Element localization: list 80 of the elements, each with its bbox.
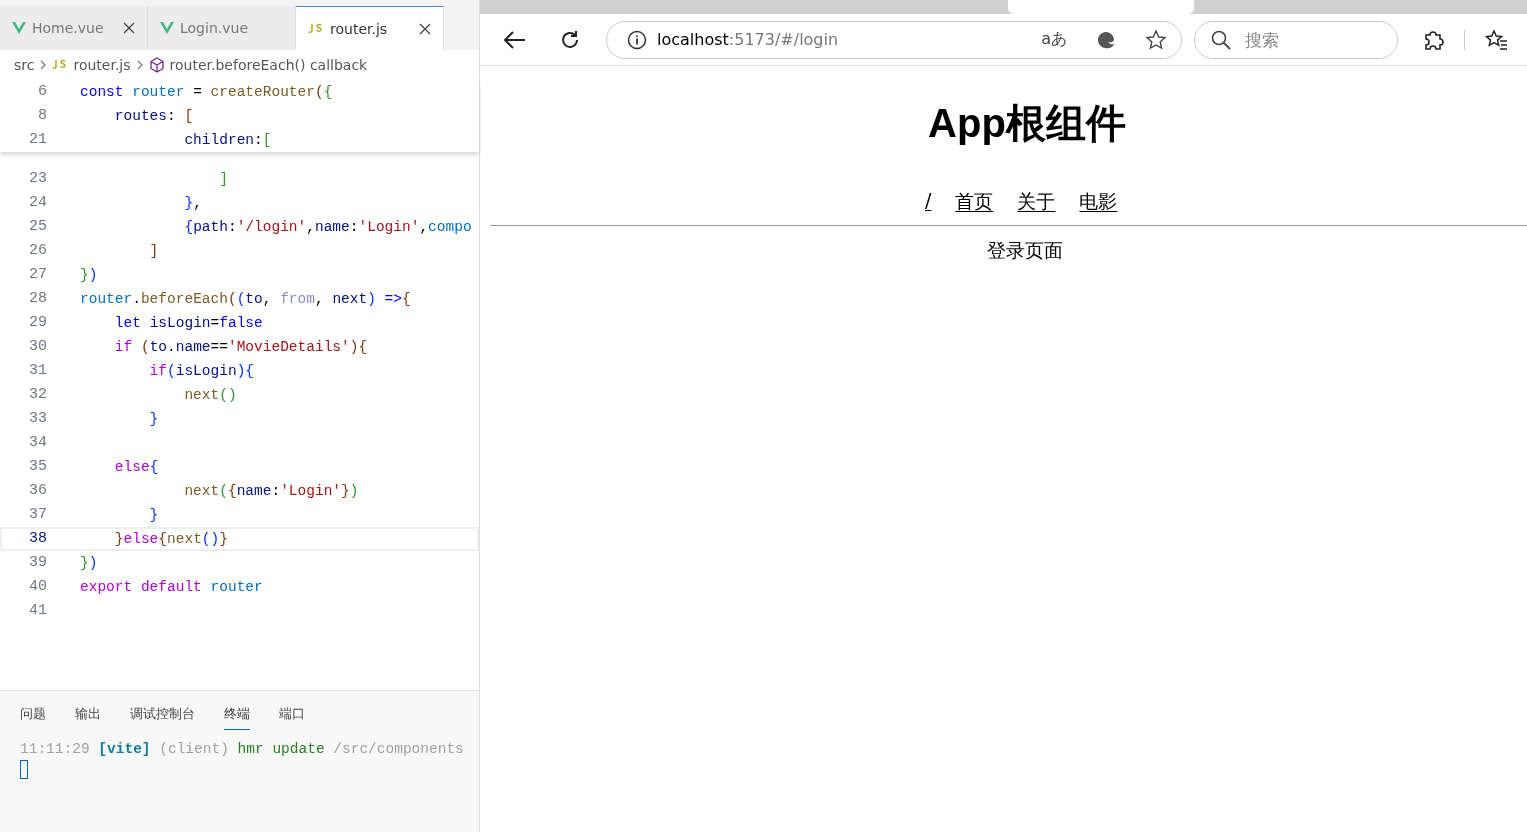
code-line: else{: [113, 458, 159, 477]
line-number: 37: [28, 505, 47, 525]
chevron-icon: [135, 60, 144, 70]
line-number: 30: [28, 337, 47, 357]
code-line: const router = createRouter({: [80, 83, 333, 102]
code-line: routes: [: [113, 107, 194, 126]
code-line: router.beforeEach((to, from, next) =>{: [80, 290, 411, 309]
line-number: 41: [28, 601, 47, 621]
js-icon: [52, 59, 69, 71]
cube-icon: [148, 57, 165, 73]
close-icon[interactable]: [123, 22, 135, 34]
line-number: 40: [28, 577, 47, 597]
editor-tab[interactable]: router.js: [296, 6, 444, 50]
breadcrumb-item[interactable]: src: [14, 57, 35, 73]
chevron-icon: [39, 60, 48, 70]
line-number: 33: [28, 409, 47, 429]
line-number: 36: [28, 481, 47, 501]
line-number: 31: [28, 361, 47, 381]
code-line: next(): [183, 386, 237, 405]
code-line: }: [148, 506, 159, 525]
code-line: if(isLogin){: [148, 362, 255, 381]
code-line: ]: [218, 170, 228, 189]
page-heading: App根组件: [927, 100, 1127, 147]
code-line: children:[: [183, 131, 272, 150]
line-number: 25: [28, 217, 47, 237]
nav-link[interactable]: 电影: [1079, 189, 1118, 215]
breadcrumb-item[interactable]: router.beforeEach() callback: [169, 57, 368, 73]
favorites-icon[interactable]: [1485, 28, 1509, 51]
line-number: 35: [28, 457, 47, 477]
code-line: let isLogin=false: [113, 314, 263, 333]
info-icon[interactable]: [627, 29, 647, 50]
line-number: 28: [28, 289, 47, 309]
nav-link[interactable]: 首页: [955, 189, 994, 215]
code-line: }: [148, 410, 159, 429]
url-text: localhost:5173/#/login: [657, 30, 839, 49]
nav-link[interactable]: /: [925, 189, 932, 215]
code-line: }else{next()}: [113, 530, 228, 549]
line-number: 34: [28, 433, 47, 453]
back-button[interactable]: [504, 30, 526, 49]
line-number: 21: [28, 130, 47, 150]
code-line: next({name:'Login'}): [183, 482, 359, 501]
code-line: }): [80, 266, 98, 285]
line-number: 26: [28, 241, 47, 261]
js-icon: [308, 22, 324, 35]
panel-tab[interactable]: 端口: [279, 703, 305, 730]
editor-tab[interactable]: Login.vue: [148, 6, 296, 50]
read-aloud-icon[interactable]: aあ: [1041, 29, 1067, 50]
terminal-cursor: [20, 760, 28, 779]
search-field[interactable]: 搜索: [1245, 29, 1365, 50]
v-logo-icon: [12, 22, 26, 34]
line-number: 29: [28, 313, 47, 333]
line-number: 23: [28, 169, 47, 189]
panel-tab[interactable]: 输出: [75, 703, 101, 730]
code-line: },: [183, 194, 202, 213]
line-number: 32: [28, 385, 47, 405]
v-logo-icon: [160, 22, 174, 34]
code-line: }): [80, 554, 98, 573]
terminal-output: 11:11:29 [vite] (client) hmr update /src/components: [20, 740, 464, 759]
nav-link[interactable]: 关于: [1017, 189, 1056, 215]
page-text: 登录页面: [987, 238, 1063, 263]
panel-tab[interactable]: 终端: [224, 703, 250, 730]
line-number: 8: [37, 106, 47, 126]
star-icon[interactable]: [1145, 28, 1167, 51]
code-line: {path:'/login',name:'Login',compo: [183, 218, 472, 237]
line-number: 24: [28, 193, 47, 213]
code-line: if (to.name=='MovieDetails'){: [113, 338, 368, 357]
reload-button[interactable]: [560, 29, 580, 50]
panel-tab[interactable]: 问题: [20, 703, 46, 730]
search-icon: [1211, 29, 1231, 50]
code-line: export default router: [80, 578, 263, 597]
breadcrumb-item[interactable]: router.js: [73, 57, 131, 73]
puzzle-icon[interactable]: [1422, 28, 1444, 51]
line-number: 38: [28, 529, 47, 549]
panel-tab[interactable]: 调试控制台: [130, 703, 195, 730]
close-icon[interactable]: [419, 22, 431, 35]
line-number: 39: [28, 553, 47, 573]
editor-tab[interactable]: Home.vue: [0, 6, 148, 50]
line-number: 6: [37, 82, 47, 102]
line-number: 27: [28, 265, 47, 285]
code-line: ]: [148, 242, 159, 261]
